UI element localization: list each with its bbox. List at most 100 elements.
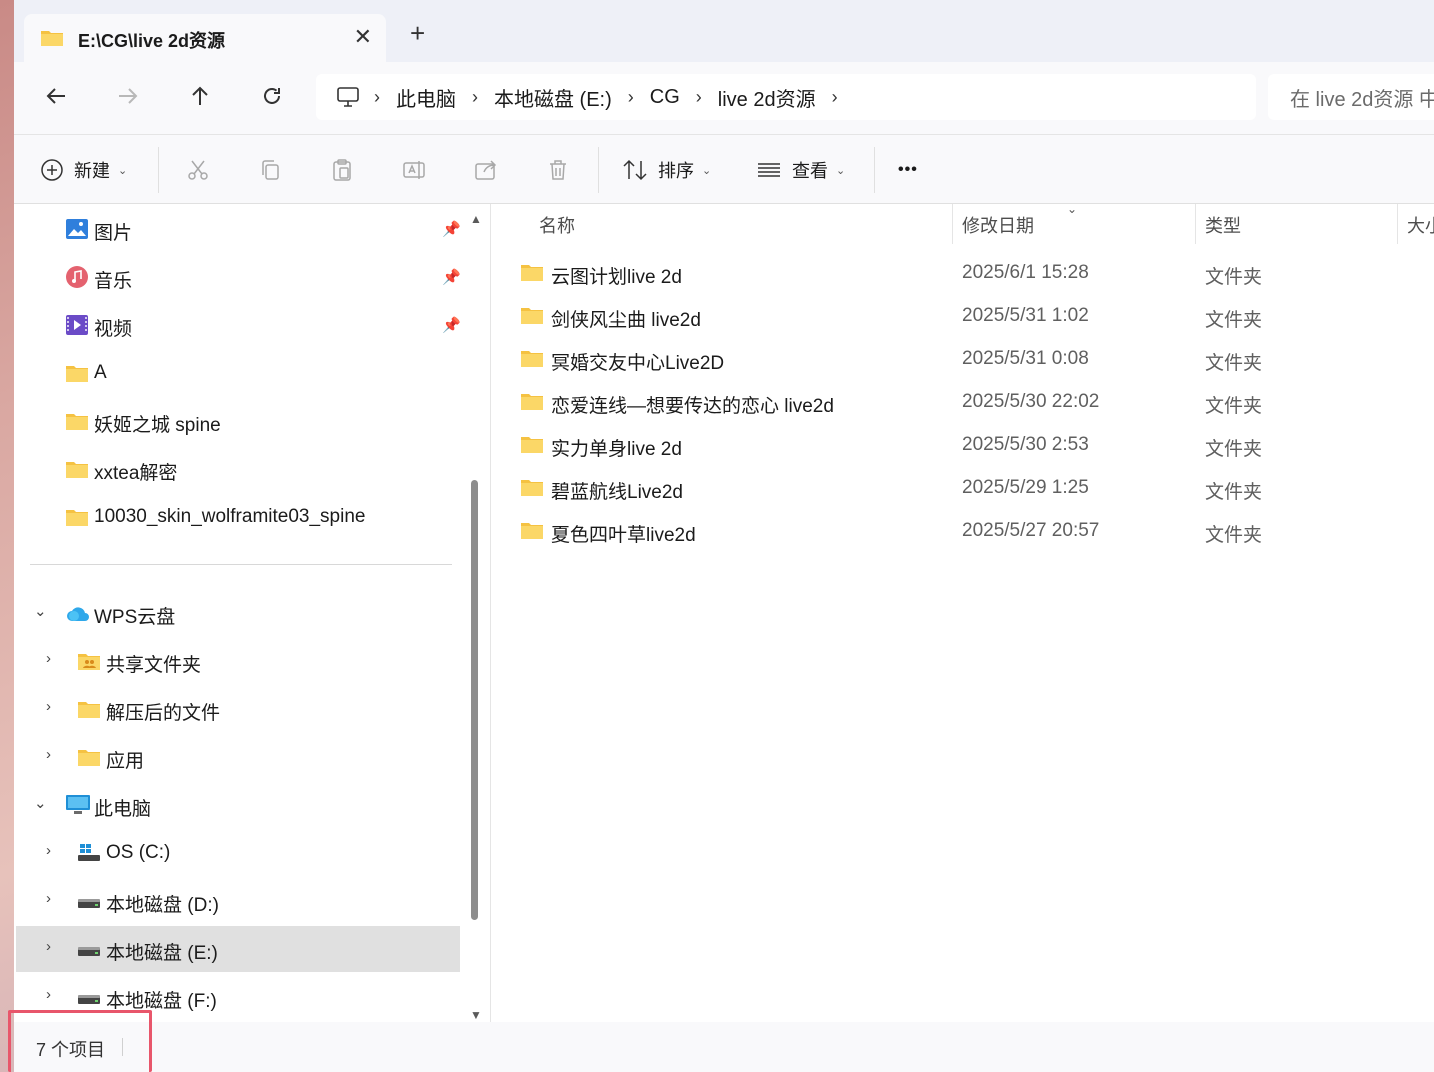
list-view-icon: [758, 163, 780, 177]
copy-button[interactable]: [258, 152, 282, 188]
file-row[interactable]: 夏色四叶草live2d 2025/5/27 20:57 文件夹: [491, 510, 1434, 553]
column-header-size[interactable]: 大小: [1407, 204, 1434, 246]
column-divider[interactable]: [1397, 204, 1398, 244]
column-divider[interactable]: [1195, 204, 1196, 244]
scrollbar-thumb[interactable]: [471, 480, 478, 920]
sidebar-item-this-pc[interactable]: ⌄ 此电脑: [16, 782, 460, 828]
rename-button[interactable]: [402, 152, 426, 188]
windows-drive-icon: [78, 844, 100, 864]
breadcrumb-separator: ›: [374, 86, 380, 107]
tab-active[interactable]: E:\CG\live 2d资源 ✕: [24, 14, 386, 62]
sidebar-item-drive-e[interactable]: › 本地磁盘 (E:): [16, 926, 460, 972]
share-button[interactable]: [474, 152, 498, 188]
new-button[interactable]: 新建 ⌄: [40, 152, 127, 188]
pin-icon[interactable]: 📌: [442, 220, 461, 238]
file-name: 碧蓝航线Live2d: [551, 482, 683, 503]
sidebar-item-extracted-files[interactable]: › 解压后的文件: [16, 686, 460, 732]
sidebar-item-drive-f[interactable]: › 本地磁盘 (F:): [16, 974, 460, 1020]
chevron-right-icon[interactable]: ›: [46, 650, 51, 667]
column-divider[interactable]: [952, 204, 953, 244]
sort-button[interactable]: 排序 ⌄: [622, 152, 711, 188]
chevron-down-icon: ⌄: [836, 164, 846, 177]
file-row[interactable]: 恋爱连线—想要传达的恋心 live2d 2025/5/30 22:02 文件夹: [491, 381, 1434, 424]
breadcrumb-separator: ›: [472, 86, 478, 107]
file-name: 云图计划live 2d: [551, 267, 682, 288]
sidebar-item-folder[interactable]: 妖姬之城 spine: [16, 398, 460, 444]
sidebar-item-drive-d[interactable]: › 本地磁盘 (D:): [16, 878, 460, 924]
file-modified-date: 2025/5/30 2:53: [962, 434, 1089, 455]
file-row[interactable]: 剑侠风尘曲 live2d 2025/5/31 1:02 文件夹: [491, 295, 1434, 338]
pictures-icon: [66, 219, 88, 239]
file-type: 文件夹: [1205, 267, 1263, 288]
sidebar-item-label: xxtea解密: [94, 463, 178, 484]
cut-button[interactable]: [186, 152, 210, 188]
drive-icon: [78, 992, 100, 1012]
sidebar-item-pictures[interactable]: 图片 📌: [16, 206, 461, 252]
view-button[interactable]: 查看 ⌄: [756, 152, 845, 188]
folder-icon: [78, 748, 100, 768]
chevron-right-icon[interactable]: ›: [46, 938, 51, 955]
chevron-down-icon: ⌄: [118, 164, 128, 177]
folder-icon: [66, 508, 88, 528]
column-header-type[interactable]: 类型: [1205, 204, 1241, 246]
breadcrumb-drive-e[interactable]: 本地磁盘 (E:): [494, 83, 612, 112]
sidebar-item-label: 妖姬之城 spine: [94, 415, 221, 436]
sidebar-item-videos[interactable]: 视频 📌: [16, 302, 461, 348]
scroll-down-arrow-icon[interactable]: ▼: [470, 1008, 482, 1022]
chevron-down-icon[interactable]: ⌄: [34, 794, 47, 812]
breadcrumb-separator: ›: [831, 86, 838, 107]
sidebar-item-folder-a[interactable]: A: [16, 350, 460, 396]
navigation-pane: 图片 📌 音乐 📌 视频 📌 A 妖姬之城 spine xxtea解密 1003…: [14, 204, 462, 1022]
sidebar-scrollbar[interactable]: ▲ ▼: [462, 204, 490, 1022]
forward-button[interactable]: [106, 76, 150, 116]
folder-icon: [521, 478, 543, 501]
breadcrumb-live2d[interactable]: live 2d资源: [718, 83, 816, 112]
sidebar-item-apps[interactable]: › 应用: [16, 734, 460, 780]
sidebar-item-music[interactable]: 音乐 📌: [16, 254, 461, 300]
command-bar: 新建 ⌄ 排序 ⌄ 查看 ⌄ •••: [14, 134, 1434, 204]
sidebar-item-drive-c[interactable]: › OS (C:): [16, 830, 460, 876]
toolbar-divider: [874, 147, 875, 193]
search-input[interactable]: 在 live 2d资源 中搜索: [1268, 74, 1434, 120]
file-row[interactable]: 碧蓝航线Live2d 2025/5/29 1:25 文件夹: [491, 467, 1434, 510]
sidebar-item-shared-folder[interactable]: › 共享文件夹: [16, 638, 460, 684]
breadcrumb-this-pc[interactable]: 此电脑: [396, 83, 456, 112]
breadcrumb-cg[interactable]: CG: [650, 86, 680, 109]
sidebar-item-wps[interactable]: ⌄ WPS云盘: [16, 590, 460, 636]
chevron-right-icon[interactable]: ›: [46, 698, 51, 715]
more-icon: •••: [898, 161, 918, 178]
delete-button[interactable]: [546, 152, 570, 188]
status-divider: [122, 1038, 123, 1056]
file-row[interactable]: 云图计划live 2d 2025/6/1 15:28 文件夹: [491, 252, 1434, 295]
breadcrumb-separator: ›: [695, 86, 702, 107]
chevron-down-icon[interactable]: ⌄: [34, 602, 47, 620]
back-button[interactable]: [34, 76, 78, 116]
paste-button[interactable]: [330, 152, 354, 188]
chevron-right-icon[interactable]: ›: [46, 746, 51, 763]
folder-icon: [521, 263, 543, 286]
close-icon[interactable]: ✕: [354, 24, 372, 50]
sidebar-item-label: WPS云盘: [94, 607, 176, 628]
up-button[interactable]: [178, 76, 222, 116]
chevron-right-icon[interactable]: ›: [46, 842, 51, 859]
pin-icon[interactable]: 📌: [442, 316, 461, 334]
scroll-up-arrow-icon[interactable]: ▲: [470, 212, 482, 226]
refresh-button[interactable]: [250, 76, 294, 116]
chevron-right-icon[interactable]: ›: [46, 890, 51, 907]
title-bar: E:\CG\live 2d资源 ✕ +: [14, 0, 1434, 62]
chevron-right-icon[interactable]: ›: [46, 986, 51, 1003]
file-row[interactable]: 实力单身live 2d 2025/5/30 2:53 文件夹: [491, 424, 1434, 467]
address-bar[interactable]: › 此电脑 › 本地磁盘 (E:) › CG › live 2d资源 ›: [316, 74, 1256, 120]
trash-icon: [550, 160, 566, 180]
sidebar-item-folder[interactable]: 10030_skin_wolframite03_spine: [16, 494, 460, 540]
sidebar-item-label: 本地磁盘 (E:): [106, 943, 218, 964]
new-tab-button[interactable]: +: [410, 20, 425, 46]
column-header-modified[interactable]: 修改日期: [962, 204, 1034, 246]
column-header-name[interactable]: 名称: [539, 204, 575, 246]
drive-icon: [78, 896, 100, 916]
pin-icon[interactable]: 📌: [442, 268, 461, 286]
monitor-icon: [66, 795, 90, 815]
sidebar-item-folder[interactable]: xxtea解密: [16, 446, 460, 492]
file-row[interactable]: 冥婚交友中心Live2D 2025/5/31 0:08 文件夹: [491, 338, 1434, 381]
more-options-button[interactable]: •••: [898, 152, 918, 188]
